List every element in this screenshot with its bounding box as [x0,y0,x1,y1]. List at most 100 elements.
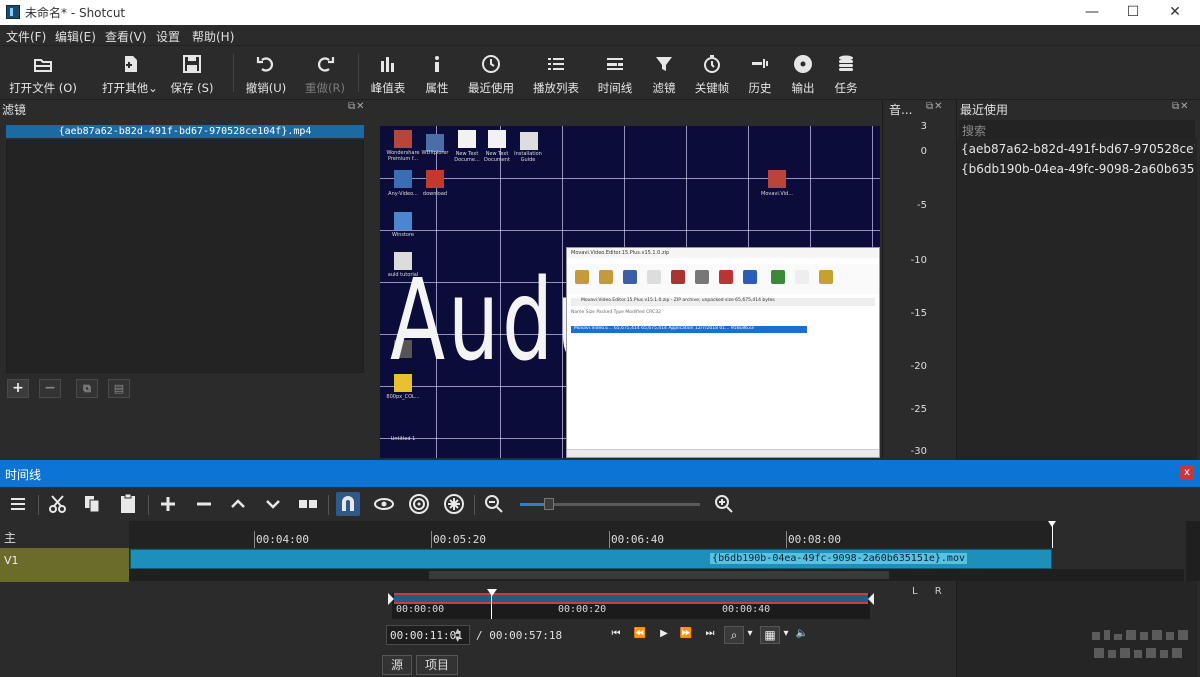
zoom-in-icon[interactable] [712,492,736,516]
peak-meter-button[interactable]: 峰值表 [368,51,408,97]
rewind-icon[interactable]: ⏪ [632,628,648,642]
ripple-all-tracks-icon[interactable] [442,492,466,516]
sfx-icon [819,270,833,284]
clock-icon [482,55,500,73]
zoom-slider-handle[interactable] [544,498,554,510]
zoom-magnifier-icon[interactable]: ⌕ [724,626,744,644]
cut-scissors-icon[interactable] [46,492,70,516]
timeline-horizontal-scrollbar[interactable] [129,569,1184,581]
timeline-close-button[interactable]: x [1180,466,1194,480]
volume-icon[interactable]: 🔈 [794,628,810,642]
meter-scale-label: -5 [917,200,927,211]
snap-magnet-icon[interactable] [336,492,360,516]
timeline-menu-icon[interactable] [6,492,30,516]
remove-filter-button[interactable]: − [39,379,61,398]
grid-icon[interactable]: ▦ [760,626,780,644]
timeline-playhead-marker[interactable] [1048,521,1056,527]
recent-search-input[interactable]: 搜索 [959,120,1195,138]
redo-icon [317,57,335,72]
scrollbar-thumb[interactable] [429,571,889,579]
panel-dock-buttons[interactable]: ⧉✕ [926,101,944,112]
jobs-label: 任务 [834,81,858,95]
play-icon[interactable]: ▶ [656,628,672,642]
grid-line [380,230,880,231]
ripple-target-icon[interactable] [407,492,431,516]
paste-filter-button[interactable]: ▤ [108,379,130,398]
keyframes-button[interactable]: 关键帧 [692,51,732,97]
menu-file[interactable]: 文件(F) [6,28,46,45]
player-controls: 00:00:00 00:00:20 00:00:40 L R 00:00:11:… [380,581,956,677]
in-point-marker[interactable] [388,593,394,605]
timeline-clip[interactable]: {b6db190b-04ea-49fc-9098-2a60b635151e}.m… [130,549,1052,569]
zoom-out-icon[interactable] [482,492,506,516]
menu-help[interactable]: 帮助(H) [192,28,234,45]
video-preview[interactable]: Wondershare Premium f... WDXplorer New T… [380,126,880,458]
tab-source[interactable]: 源 [382,655,412,675]
split-icon[interactable] [296,492,320,516]
master-track-header[interactable]: 主 [0,521,129,548]
recent-list-item[interactable]: {aeb87a62-b82d-491f-bd67-970528ce1... [961,142,1195,156]
toolbar-separator [474,495,475,515]
timeline-icon [607,58,623,70]
append-plus-icon[interactable] [156,492,180,516]
menu-edit[interactable]: 编辑(E) [55,28,96,45]
toolbar-separator [358,54,359,92]
app-icon [394,212,412,230]
audio-meter-panel: 音... ⧉✕ 3 0 -5 -10 -15 -20 -25 -30 [882,100,956,458]
scrub-eye-icon[interactable] [372,492,396,516]
menu-settings[interactable]: 设置 [156,28,180,45]
scrub-playhead-marker[interactable] [487,589,497,596]
undo-label: 撤销(U) [245,81,287,95]
recent-button[interactable]: 最近使用 [466,51,516,97]
filter-list[interactable] [6,140,364,373]
open-other-button[interactable]: 打开其他⌄ [100,51,160,97]
lift-up-icon[interactable] [226,492,250,516]
redo-button[interactable]: 重做(R) [302,51,348,97]
filters-button[interactable]: 滤镜 [649,51,679,97]
properties-button[interactable]: 属性 [420,51,454,97]
skip-previous-icon[interactable]: ⏮ [608,628,624,642]
menu-view[interactable]: 查看(V) [105,28,147,45]
out-point-marker[interactable] [868,593,874,605]
recent-list-item[interactable]: {b6db190b-04ea-49fc-9098-2a60b6351... [961,162,1195,176]
ruler-tick-label: 00:05:20 [433,533,486,546]
filter-selected-file: {aeb87a62-b82d-491f-bd67-970528ce104f}.m… [6,125,364,138]
tab-project[interactable]: 项目 [416,655,458,675]
playlist-button[interactable]: 播放列表 [530,51,582,97]
timeline-vertical-scrollbar[interactable] [1186,521,1200,581]
undo-button[interactable]: 撤销(U) [244,51,288,97]
copy-filter-button[interactable]: ⧉ [76,379,98,398]
remove-minus-icon[interactable] [192,492,216,516]
paste-clipboard-icon[interactable] [116,492,140,516]
maximize-button[interactable]: ☐ [1113,0,1153,25]
desktop-label: Installation Guide [514,151,542,163]
overwrite-down-icon[interactable] [261,492,285,516]
zoom-slider[interactable] [520,498,700,510]
ruler-tick-label: 00:06:40 [611,533,664,546]
v1-track-header[interactable]: V1 [0,548,129,582]
save-button[interactable]: 保存 (S) [166,51,218,97]
export-button[interactable]: 输出 [788,51,818,97]
desktop-label: Movavi.Vid... [761,191,793,197]
jobs-button[interactable]: 任务 [831,51,861,97]
grid-dropdown-icon[interactable]: ▾ [781,628,791,642]
timeline-button[interactable]: 时间线 [595,51,635,97]
skip-next-icon[interactable]: ⏭ [702,628,718,642]
clip-name: {b6db190b-04ea-49fc-9098-2a60b635151e}.m… [710,553,967,564]
timeline-ruler[interactable]: 00:04:00 00:05:20 00:06:40 00:08:00 [129,521,1056,548]
open-file-button[interactable]: 打开文件 (O) [6,51,80,97]
fast-forward-icon[interactable]: ⏩ [678,628,694,642]
history-button[interactable]: 历史 [745,51,775,97]
scrub-bar[interactable]: 00:00:00 00:00:20 00:00:40 [388,589,874,619]
panel-dock-buttons[interactable]: ⧉✕ [348,101,366,112]
timecode-spinner[interactable]: ▲ ▼ [455,627,465,643]
add-filter-button[interactable]: + [7,379,29,398]
copy-icon[interactable] [80,492,104,516]
zoom-dropdown-icon[interactable]: ▾ [745,628,755,642]
panel-dock-buttons[interactable]: ⧉✕ [1172,101,1190,112]
filter-funnel-icon [656,57,672,71]
database-stack-icon [839,55,853,71]
close-button[interactable]: ✕ [1155,0,1195,25]
minimize-button[interactable]: — [1072,0,1112,25]
recent-panel-title: 最近使用 [960,103,1009,117]
